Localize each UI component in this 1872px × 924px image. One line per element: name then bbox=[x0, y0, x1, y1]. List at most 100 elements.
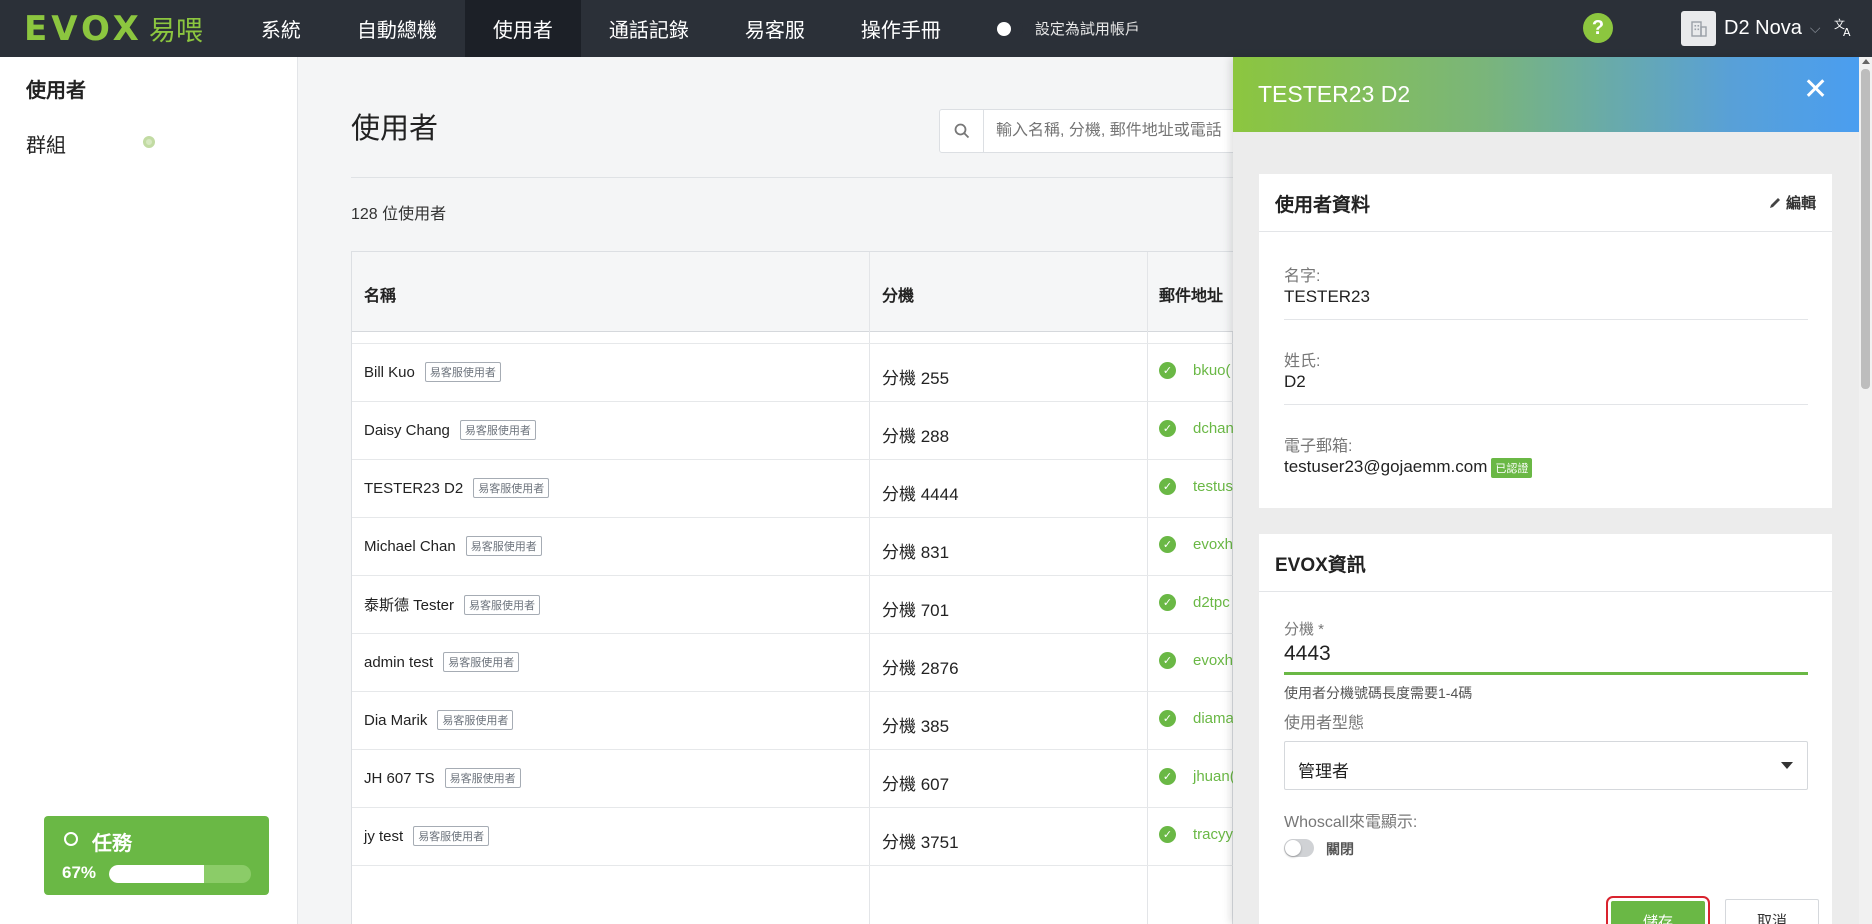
translate-icon[interactable]: 文A bbox=[1833, 16, 1855, 44]
table-row[interactable]: Dia Marik 易客服使用者 分機 385 ✓ diama bbox=[352, 692, 1234, 750]
email-row: testuser23@gojaemm.com 已認證 bbox=[1284, 457, 1533, 478]
cell-ext: 分機 701 bbox=[882, 601, 950, 620]
verified-check-icon: ✓ bbox=[1159, 362, 1176, 379]
cell-name: Dia Marik 易客服使用者 bbox=[364, 710, 514, 730]
cancel-button[interactable]: 取消 bbox=[1725, 899, 1819, 924]
account-switcher[interactable]: D2 Nova ⌵ bbox=[1681, 11, 1820, 46]
user-email: jhuan( bbox=[1193, 768, 1235, 785]
user-tag: 易客服使用者 bbox=[465, 536, 542, 556]
cell-ext: 分機 607 bbox=[882, 775, 950, 794]
nav-item-auto-attendant[interactable]: 自動總機 bbox=[329, 0, 465, 57]
help-icon[interactable]: ? bbox=[1583, 13, 1613, 43]
user-name: TESTER23 D2 bbox=[364, 479, 464, 497]
sidebar-item-groups[interactable]: 群組 bbox=[26, 129, 66, 158]
user-tag: 易客服使用者 bbox=[459, 420, 536, 440]
whoscall-toggle[interactable] bbox=[1284, 839, 1314, 857]
cell-email: ✓ d2tpc bbox=[1159, 594, 1230, 611]
cell-ext: 分機 3751 bbox=[882, 833, 959, 852]
user-detail-panel: TESTER23 D2 ✕ 使用者資料 編輯 名字: TESTER23 姓氏: … bbox=[1233, 57, 1859, 924]
task-progress-fill bbox=[109, 865, 205, 883]
sidebar-item-users[interactable]: 使用者 bbox=[26, 74, 86, 103]
field-divider bbox=[1284, 404, 1808, 405]
divider bbox=[351, 177, 1233, 178]
table-row[interactable]: Michael Chan 易客服使用者 分機 831 ✓ evoxh bbox=[352, 518, 1234, 576]
nav-item-call-records[interactable]: 通話記錄 bbox=[581, 0, 717, 57]
field-divider bbox=[1284, 319, 1808, 320]
table-row[interactable]: admin test 易客服使用者 分機 2876 ✓ evoxh bbox=[352, 634, 1234, 692]
user-name: JH 607 TS bbox=[364, 769, 435, 787]
extension-label: 分機 * bbox=[1284, 621, 1325, 638]
user-type-label: 使用者型態 bbox=[1284, 715, 1365, 732]
user-tag: 易客服使用者 bbox=[413, 826, 490, 846]
user-email: evoxh bbox=[1193, 536, 1234, 553]
first-name-label: 名字: bbox=[1284, 268, 1321, 285]
cell-ext: 分機 288 bbox=[882, 427, 950, 446]
table-row[interactable]: Daisy Chang 易客服使用者 分機 288 ✓ dchan bbox=[352, 402, 1234, 460]
nav-item-customer-service[interactable]: 易客服 bbox=[717, 0, 833, 57]
chevron-down-icon: ⌵ bbox=[1809, 20, 1821, 36]
table-row[interactable]: 泰斯德 Tester 易客服使用者 分機 701 ✓ d2tpc bbox=[352, 576, 1234, 634]
table-row[interactable]: Bill Kuo 易客服使用者 分機 255 ✓ bkuo( bbox=[352, 344, 1234, 402]
table-row-partial bbox=[352, 332, 1234, 344]
user-tag: 易客服使用者 bbox=[444, 768, 521, 788]
toggle-knob bbox=[1285, 840, 1301, 856]
user-email: dchan bbox=[1193, 420, 1234, 437]
user-email: d2tpc bbox=[1193, 594, 1230, 611]
nav-item-manual[interactable]: 操作手冊 bbox=[833, 0, 969, 57]
cell-ext: 分機 4444 bbox=[882, 485, 959, 504]
trial-account-toggle[interactable] bbox=[996, 20, 1023, 37]
cell-name: admin test 易客服使用者 bbox=[364, 652, 520, 672]
table-row[interactable]: jy test 易客服使用者 分機 3751 ✓ tracyy bbox=[352, 808, 1234, 866]
scroll-thumb[interactable] bbox=[1861, 69, 1870, 389]
panel-scrollbar[interactable] bbox=[1859, 57, 1872, 924]
user-tag: 易客服使用者 bbox=[424, 362, 501, 382]
user-email: testus bbox=[1193, 478, 1234, 495]
verified-check-icon: ✓ bbox=[1159, 420, 1176, 437]
users-table: 名稱 分機 郵件地址 Bill Kuo 易客服使用者 分機 255 ✓ bkuo( … bbox=[351, 251, 1235, 924]
user-tag: 易客服使用者 bbox=[473, 478, 550, 498]
column-header-ext[interactable]: 分機 bbox=[882, 282, 914, 306]
task-circle-icon bbox=[64, 832, 78, 846]
user-tag: 易客服使用者 bbox=[443, 652, 520, 672]
column-header-name[interactable]: 名稱 bbox=[364, 282, 396, 306]
verified-check-icon: ✓ bbox=[1159, 826, 1176, 843]
user-count: 128 位使用者 bbox=[351, 206, 447, 223]
table-header: 名稱 分機 郵件地址 bbox=[352, 252, 1234, 332]
groups-status-dot bbox=[143, 136, 155, 148]
verified-check-icon: ✓ bbox=[1159, 536, 1176, 553]
logo-cn-text: 易喂 bbox=[148, 16, 203, 46]
column-header-email[interactable]: 郵件地址 bbox=[1159, 282, 1223, 306]
cell-ext: 分機 385 bbox=[882, 717, 950, 736]
evox-logo[interactable]: EVOX 易喂 bbox=[24, 0, 203, 57]
table-row[interactable]: TESTER23 D2 易客服使用者 分機 4444 ✓ testus bbox=[352, 460, 1234, 518]
extension-hint: 使用者分機號碼長度需要1-4碼 bbox=[1284, 685, 1473, 701]
profile-card: 使用者資料 編輯 名字: TESTER23 姓氏: D2 電子郵箱: testu… bbox=[1259, 174, 1832, 508]
verified-check-icon: ✓ bbox=[1159, 652, 1176, 669]
cell-ext: 分機 831 bbox=[882, 543, 950, 562]
verified-check-icon: ✓ bbox=[1159, 594, 1176, 611]
search-icon[interactable] bbox=[940, 110, 984, 152]
table-row[interactable]: JH 607 TS 易客服使用者 分機 607 ✓ jhuan( bbox=[352, 750, 1235, 808]
extension-input[interactable] bbox=[1284, 642, 1808, 666]
scroll-up-arrow-icon[interactable] bbox=[1862, 59, 1870, 64]
user-tag: 易客服使用者 bbox=[464, 594, 541, 615]
save-button[interactable]: 儲存 bbox=[1606, 896, 1710, 924]
evox-card-title: EVOX資訊 bbox=[1275, 555, 1366, 576]
task-percent: 67% bbox=[62, 863, 97, 882]
building-icon bbox=[1681, 11, 1716, 46]
main-content: 使用者 128 位使用者 名稱 分機 郵件地址 Bill Kuo 易客服使用者 分… bbox=[299, 57, 1239, 924]
edit-button[interactable]: 編輯 bbox=[1768, 192, 1816, 213]
task-progress-card[interactable]: 任務 67% bbox=[44, 816, 269, 895]
search-input[interactable] bbox=[984, 122, 1234, 140]
user-name: Bill Kuo bbox=[364, 363, 415, 381]
sidebar: 使用者 群組 任務 67% bbox=[0, 57, 298, 924]
close-icon[interactable]: ✕ bbox=[1803, 75, 1828, 105]
panel-header: TESTER23 D2 ✕ bbox=[1233, 57, 1859, 132]
first-name-value: TESTER23 bbox=[1284, 287, 1370, 306]
cell-email: ✓ evoxh bbox=[1159, 652, 1233, 669]
user-type-select[interactable]: 管理者 bbox=[1284, 741, 1808, 790]
logo-text: EVOX bbox=[24, 8, 143, 49]
extension-input-underline bbox=[1284, 672, 1808, 675]
nav-item-system[interactable]: 系統 bbox=[233, 0, 329, 57]
nav-item-users[interactable]: 使用者 bbox=[464, 0, 581, 57]
